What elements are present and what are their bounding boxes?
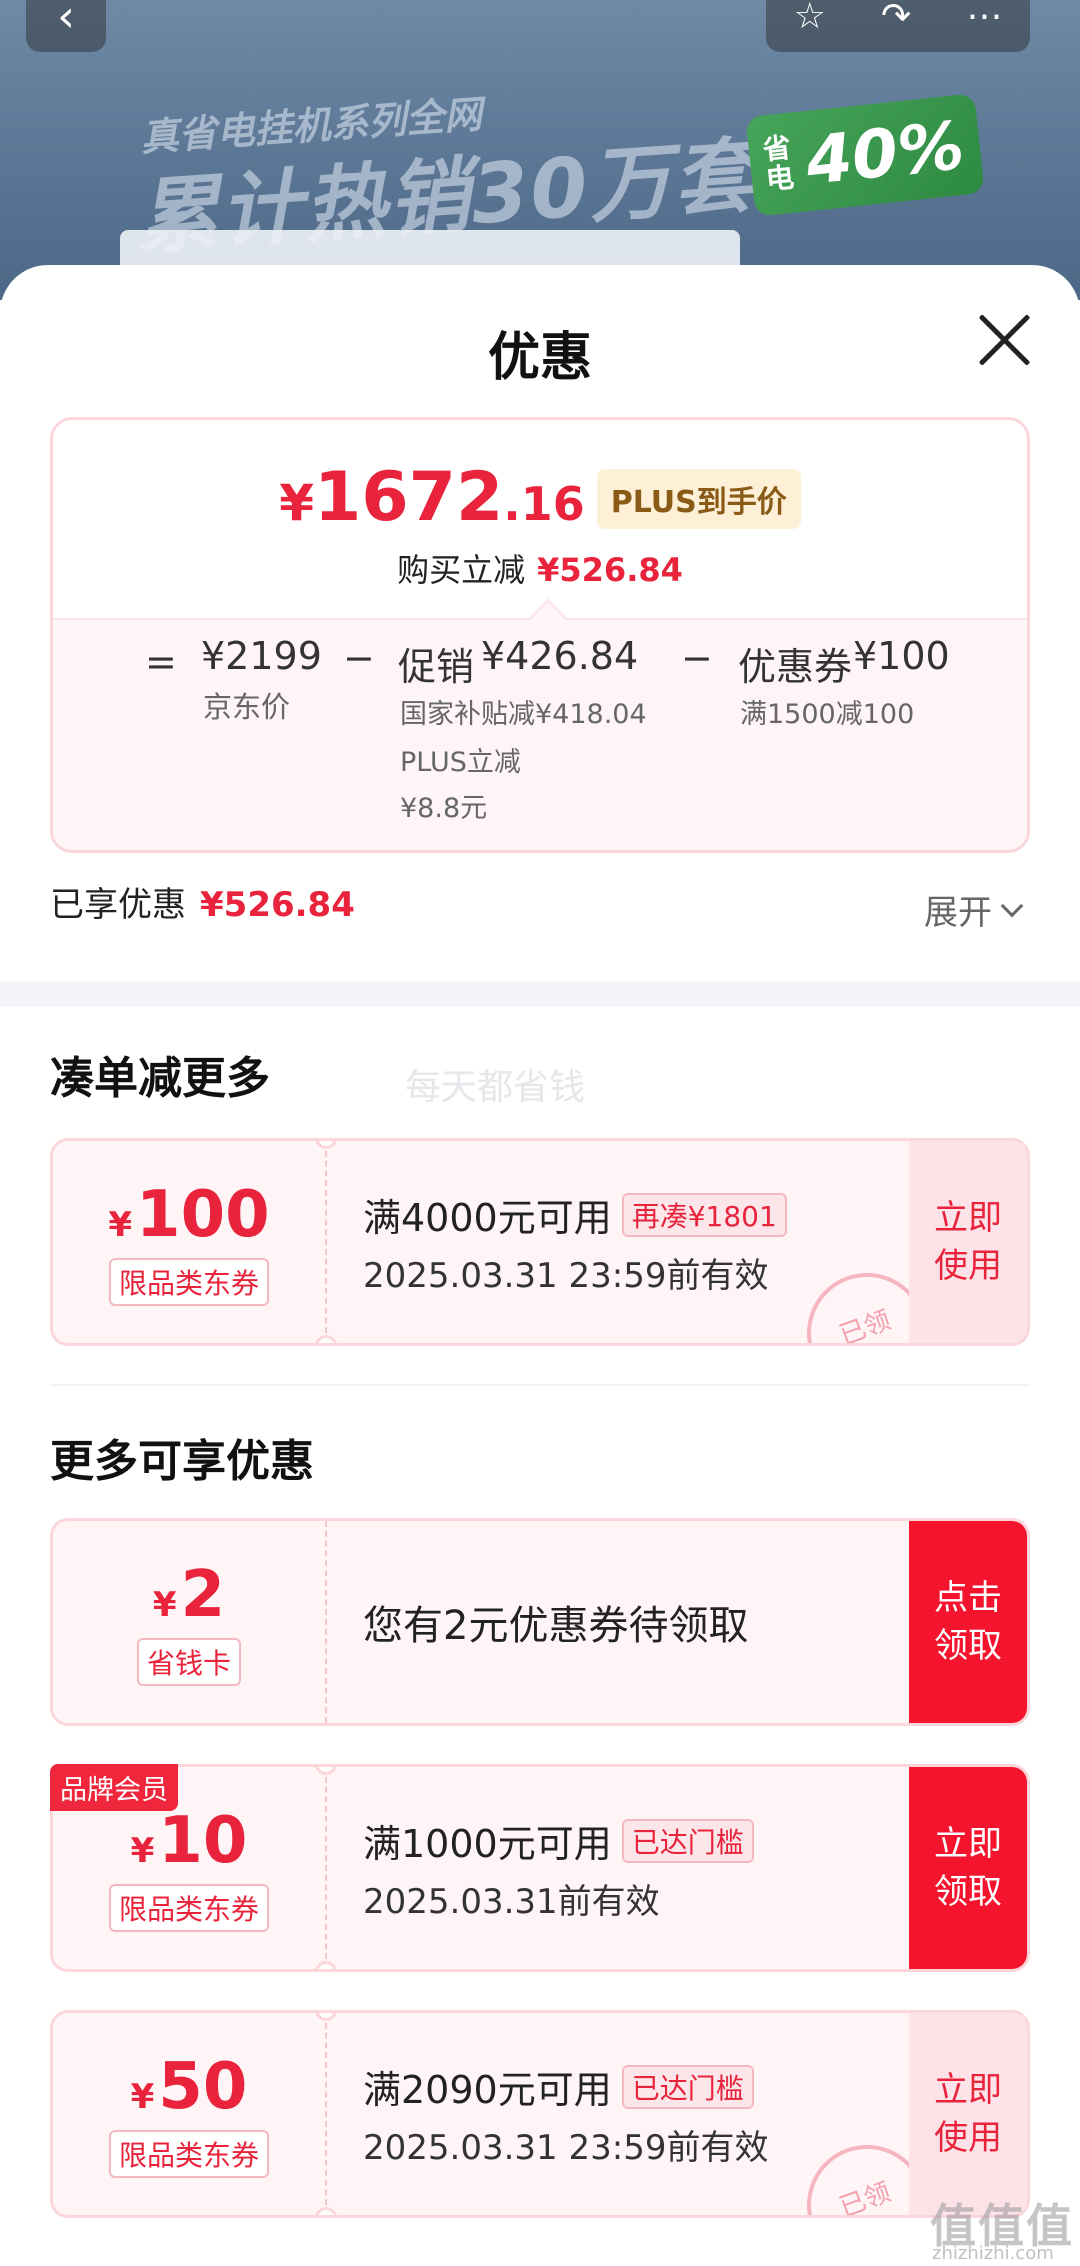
chevron-down-icon (1000, 894, 1024, 917)
claim-now-button[interactable]: 立即 领取 (909, 1767, 1027, 1969)
badge-small-text: 省电 (761, 130, 796, 197)
section-divider (0, 981, 1080, 1007)
purchase-reduction: 购买立减 ¥526.84 (53, 545, 1027, 591)
coupon-card-50: ¥50 限品类东券 满2090元可用 已达门槛 2025.03.31 23:59前… (50, 2010, 1030, 2218)
coupon-type-tag: 限品类东券 (108, 2130, 269, 2178)
coupon-validity: 2025.03.31前有效 (363, 1882, 660, 1922)
coupon-condition-row: 满1000元可用 已达门槛 (363, 1813, 754, 1868)
coupon-status-tag: 已达门槛 (621, 2064, 754, 2109)
coupon-separator (325, 1141, 327, 1343)
enjoyed-discount: 已享优惠 ¥526.84 (50, 877, 355, 926)
coupon-type-tag: 限品类东券 (108, 1884, 269, 1932)
coupon-condition-row: 满4000元可用 再凑¥1801 (363, 1187, 787, 1242)
more-icon[interactable]: ⋯ (966, 0, 1002, 37)
coupon-separator (325, 1521, 327, 1723)
coupon-notch (315, 2207, 337, 2215)
coupon-condition: 满2090元可用 (363, 2068, 612, 2112)
coupon-validity: 2025.03.31 23:59前有效 (363, 1256, 769, 1296)
use-now-button[interactable]: 立即 使用 (909, 2013, 1027, 2215)
energy-saving-badge: 省电 40% (745, 93, 985, 217)
coupon-separator (325, 1767, 327, 1969)
use-now-button[interactable]: 立即 使用 (909, 1141, 1027, 1343)
coupon-info: 满2090元可用 已达门槛 2025.03.31 23:59前有效 (363, 2013, 768, 2215)
expand-button[interactable]: 展开 (924, 885, 1024, 934)
coupon-card-10: ¥10 限品类东券 满1000元可用 已达门槛 2025.03.31前有效 立即领… (50, 1764, 1030, 1972)
close-icon[interactable] (975, 310, 1035, 370)
final-price: ¥1672.16 (279, 458, 585, 537)
coupon-condition: 满1000元可用 (363, 1822, 612, 1866)
coupon-status-tag: 再凑¥1801 (621, 1192, 787, 1237)
coupon-notch (315, 1961, 337, 1969)
coupon-amount-block: ¥100 限品类东券 (53, 1141, 325, 1343)
coupon-status-tag: 已达门槛 (621, 1818, 754, 1863)
sheet-title: 优惠 (487, 328, 592, 388)
section-title-more-offers: 更多可享优惠 (50, 1436, 314, 1487)
coupon-amount: ¥10 (130, 1804, 248, 1878)
claim-button[interactable]: 点击 领取 (909, 1521, 1027, 1723)
coupon-amount-block: ¥2 省钱卡 (53, 1521, 325, 1723)
coupon-info: 满4000元可用 再凑¥1801 2025.03.31 23:59前有效 (363, 1141, 787, 1343)
reduction-value: ¥526.84 (537, 551, 683, 589)
reduction-label: 购买立减 (397, 551, 526, 589)
coupon-card-100: ¥100 限品类东券 满4000元可用 再凑¥1801 2025.03.31 23… (50, 1138, 1030, 1346)
coupon-info: 您有2元优惠券待领取 (363, 1521, 748, 1723)
enjoyed-label: 已享优惠 (50, 885, 186, 925)
coupon-amount-block: ¥50 限品类东券 (53, 2013, 325, 2215)
national-subsidy: 国家补贴减¥418.04 (400, 699, 647, 730)
promo-label: 促销 (398, 645, 475, 689)
coupon-separator (325, 2013, 327, 2215)
minus-sign-1: − (343, 636, 375, 680)
coupon-label: 优惠券 (738, 645, 853, 689)
plus-price-tag: PLUS到手价 (596, 469, 801, 529)
coupon-card-2: ¥2 省钱卡 您有2元优惠券待领取 点击 领取 (50, 1518, 1030, 1726)
section-separator (50, 1384, 1030, 1386)
equals-sign: = (145, 640, 177, 684)
coupon-type-tag: 限品类东券 (108, 1258, 269, 1306)
coupon-validity: 2025.03.31 23:59前有效 (363, 2128, 769, 2168)
product-banner: 真省电挂机系列全网 累计热销30万套 省电 40% ‹ ☆ ↷ ⋯ (0, 0, 1080, 300)
plus-reduction-label: PLUS立减 (400, 747, 521, 778)
share-icon[interactable]: ↷ (881, 0, 911, 37)
badge-big-text: 40% (802, 106, 968, 200)
expand-label: 展开 (924, 893, 992, 933)
plus-reduction-value: ¥8.8元 (400, 793, 488, 824)
watermark-text: 每天都省钱 (405, 1067, 586, 1108)
site-url-watermark: zhizhizhi.com (932, 2243, 1054, 2264)
coupon-value: ¥100 (853, 634, 950, 678)
final-price-row: ¥1672.16 PLUS到手价 (53, 458, 1027, 537)
section-title-more-savings: 凑单减更多 (50, 1053, 270, 1104)
coupon-type-tag: 省钱卡 (136, 1638, 241, 1686)
coupon-condition: 满4000元可用 (363, 1196, 612, 1240)
coupon-pending-text: 您有2元优惠券待领取 (363, 1603, 749, 1649)
coupon-condition-row: 满2090元可用 已达门槛 (363, 2059, 768, 2114)
back-button[interactable]: ‹ (26, 0, 106, 52)
coupon-condition: 满1500减100 (740, 699, 915, 730)
jd-price: ¥2199 (201, 634, 322, 678)
coupon-info: 满1000元可用 已达门槛 2025.03.31前有效 (363, 1767, 754, 1969)
brand-member-badge: 品牌会员 (50, 1764, 178, 1811)
promo-value: ¥426.84 (481, 634, 639, 678)
coupon-amount: ¥50 (130, 2050, 248, 2124)
favorite-icon[interactable]: ☆ (794, 0, 826, 37)
coupon-amount: ¥2 (152, 1558, 226, 1632)
price-summary-card: ¥1672.16 PLUS到手价 购买立减 ¥526.84 = ¥2199 京东价… (50, 417, 1030, 853)
enjoyed-value: ¥526.84 (200, 885, 355, 925)
minus-sign-2: − (681, 636, 713, 680)
price-breakdown: = ¥2199 京东价 − 促销 ¥426.84 国家补贴减¥418.04 PL… (53, 618, 1027, 850)
coupon-amount: ¥100 (108, 1178, 270, 1252)
top-action-group: ☆ ↷ ⋯ (766, 0, 1030, 52)
back-icon: ‹ (57, 0, 75, 42)
coupon-notch (315, 1335, 337, 1343)
jd-price-label: 京东价 (203, 690, 291, 724)
